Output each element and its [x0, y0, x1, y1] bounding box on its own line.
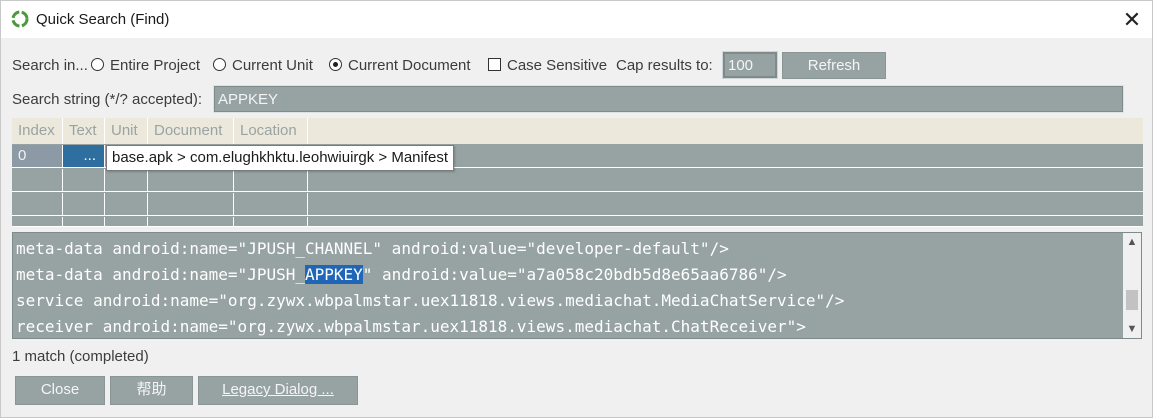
cap-results-input[interactable] [722, 51, 778, 79]
close-icon[interactable]: ✕ [1119, 7, 1145, 33]
cell-empty [105, 193, 148, 215]
preview-lines: meta-data android:name="JPUSH_CHANNEL" a… [16, 236, 1116, 340]
scroll-down-icon[interactable]: ▼ [1123, 320, 1141, 338]
table-row-empty [12, 169, 1143, 192]
cell-empty [234, 169, 308, 191]
cell-empty [12, 217, 63, 227]
search-in-label: Search in... [12, 57, 88, 74]
cell-empty [12, 193, 63, 215]
radio-entire-project-label[interactable]: Entire Project [110, 57, 200, 74]
case-sensitive-label[interactable]: Case Sensitive [507, 57, 607, 74]
title-bar: Quick Search (Find) ✕ [1, 1, 1152, 38]
radio-current-unit[interactable] [213, 58, 226, 71]
preview-scrollbar[interactable]: ▲ ▼ [1123, 233, 1141, 338]
results-table: Index Text Unit Document Location 0 ... [12, 118, 1143, 227]
preview-text: receiver android:name="org.zywx.wbpalmst… [16, 317, 806, 336]
refresh-button[interactable]: Refresh [782, 52, 886, 79]
cell-empty [148, 217, 234, 227]
app-logo-icon [11, 10, 29, 28]
status-text: 1 match (completed) [12, 348, 149, 365]
window-title: Quick Search (Find) [36, 11, 170, 28]
column-header-location[interactable]: Location [234, 118, 308, 144]
column-header-index[interactable]: Index [12, 118, 63, 144]
search-string-label: Search string (*/? accepted): [12, 91, 203, 108]
radio-current-unit-label[interactable]: Current Unit [232, 57, 313, 74]
cell-empty [105, 169, 148, 191]
cell-empty [234, 217, 308, 227]
preview-text: service android:name="org.zywx.wbpalmsta… [16, 291, 845, 310]
radio-current-document[interactable] [329, 58, 342, 71]
column-header-text[interactable]: Text [63, 118, 105, 144]
radio-current-document-label[interactable]: Current Document [348, 57, 471, 74]
results-table-header: Index Text Unit Document Location [12, 118, 1143, 144]
cell-index[interactable]: 0 [12, 145, 63, 167]
cell-empty [63, 169, 105, 191]
cell-empty [105, 217, 148, 227]
scroll-up-icon[interactable]: ▲ [1123, 233, 1141, 251]
column-header-unit[interactable]: Unit [105, 118, 148, 144]
cap-results-label: Cap results to: [616, 57, 713, 74]
preview-text: " android:value="a7a058c20bdb5d8e65aa678… [362, 265, 787, 284]
cell-empty [148, 193, 234, 215]
radio-entire-project[interactable] [91, 58, 104, 71]
close-button[interactable]: Close [15, 376, 105, 405]
cell-empty [234, 193, 308, 215]
legacy-dialog-button[interactable]: Legacy Dialog ... [198, 376, 358, 405]
preview-line: service android:name="org.zywx.wbpalmsta… [16, 288, 1116, 314]
cell-empty [63, 217, 105, 227]
table-row-empty [12, 217, 1143, 227]
match-highlight: APPKEY [304, 265, 363, 284]
preview-text: meta-data android:name="JPUSH_CHANNEL" a… [16, 239, 729, 258]
table-row-empty [12, 193, 1143, 216]
preview-line: receiver android:name="org.zywx.wbpalmst… [16, 314, 1116, 340]
preview-line: meta-data android:name="JPUSH_APPKEY" an… [16, 262, 1116, 288]
cell-empty [148, 169, 234, 191]
preview-text: meta-data android:name="JPUSH_ [16, 265, 305, 284]
match-preview[interactable]: meta-data android:name="JPUSH_CHANNEL" a… [12, 232, 1142, 339]
quick-search-dialog: Quick Search (Find) ✕ Search in... Entir… [0, 0, 1153, 418]
cell-empty [63, 193, 105, 215]
scroll-thumb[interactable] [1126, 290, 1138, 310]
case-sensitive-checkbox[interactable] [488, 58, 501, 71]
cell-text[interactable]: ... [63, 145, 105, 167]
cell-empty [12, 169, 63, 191]
help-button[interactable]: 帮助 [110, 376, 193, 405]
column-header-document[interactable]: Document [148, 118, 234, 144]
preview-line: meta-data android:name="JPUSH_CHANNEL" a… [16, 236, 1116, 262]
search-input[interactable] [213, 85, 1124, 113]
location-tooltip: base.apk > com.elughkhktu.leohwiuirgk > … [106, 145, 455, 171]
